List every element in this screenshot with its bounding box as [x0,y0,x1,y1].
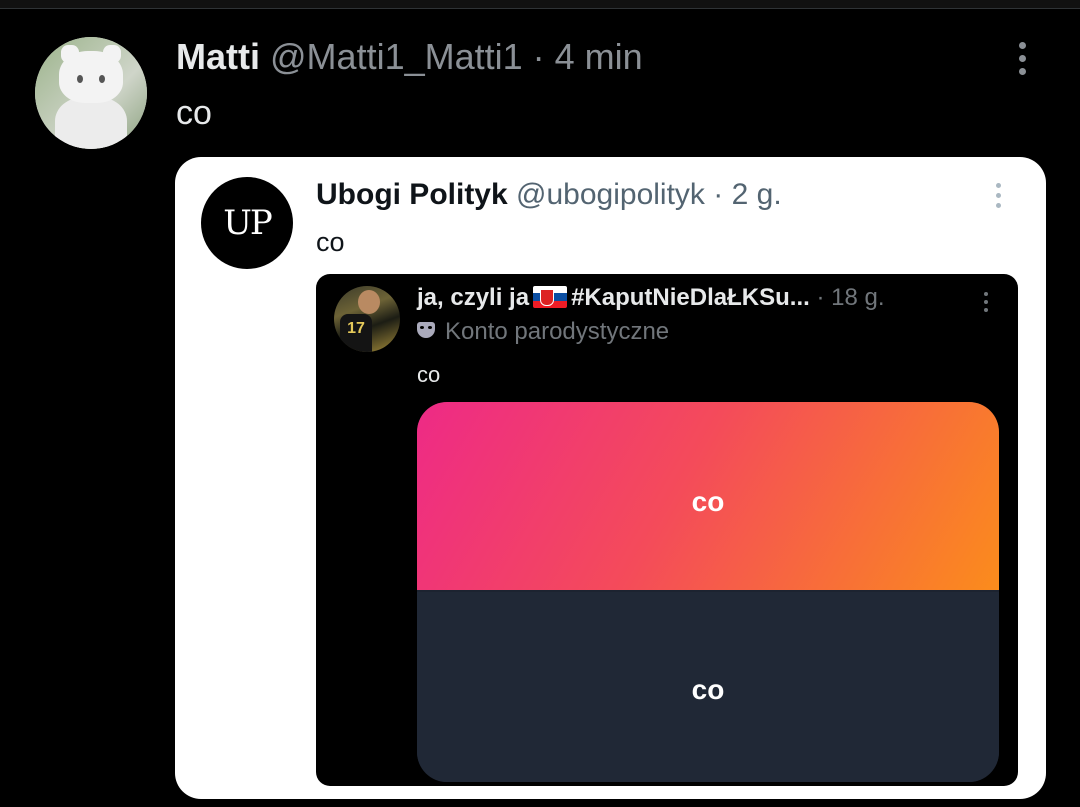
quoted-tweet-card[interactable]: UP Ubogi Polityk @ubogipolityk · 2 g. co… [175,157,1046,799]
separator-dot: · [704,178,732,211]
tweet-text: co [176,94,212,132]
avatar-face [358,290,380,314]
poll-option-top: co [417,402,999,590]
dot [996,183,1001,188]
dot [1019,68,1026,75]
quoted-display-name[interactable]: Ubogi Polityk [316,178,508,211]
dot [984,308,988,312]
parody-account-label: Konto parodystyczne [417,316,669,348]
handle[interactable]: @Matti1_Matti1 [270,36,523,77]
nested-name-prefix: ja, czyli ja [417,284,530,311]
dot [984,292,988,296]
tweet-header: Matti @Matti1_Matti1 · 4 min [176,34,643,80]
nested-tweet-text: co [417,362,441,387]
avatar-figure-eye [77,75,83,83]
dot [984,300,988,304]
parody-label-text: Konto parodystyczne [445,318,670,345]
dot [996,203,1001,208]
nested-name-hashtag: #KaputNieDlaŁKSu... [571,284,810,311]
more-options-icon[interactable] [1019,42,1027,75]
nested-display-name: ja, czyli ja #KaputNieDlaŁKSu... [417,284,810,311]
poll-option-top-label: co [691,486,725,517]
nested-more-options-icon [984,292,992,312]
poll-image: co co [417,402,999,782]
quoted-tweet-header: Ubogi Polityk @ubogipolityk · 2 g. [316,175,782,215]
poll-option-bottom-label: co [691,674,725,705]
nested-timestamp: 18 g. [831,284,885,311]
poll-option-bottom: co [417,592,999,782]
dot [1019,55,1026,62]
top-divider [0,0,1080,9]
avatar-jersey: 17 [340,314,372,352]
quoted-tweet-text: co [316,227,345,257]
quoted-handle[interactable]: @ubogipolityk [516,178,705,211]
display-name[interactable]: Matti [176,36,260,77]
timestamp[interactable]: 4 min [555,36,643,77]
separator-dot: · [522,36,555,77]
separator-dot: · [816,284,832,311]
mask-icon [417,322,435,338]
avatar-figure-head [59,51,123,103]
dot [1019,42,1026,49]
slovakia-flag-icon [533,286,568,308]
quoted-avatar[interactable]: UP [201,177,293,269]
handle-text: @Matti1_Matti1 [270,36,523,77]
nested-avatar: 17 [334,286,400,352]
quoted-more-options-icon[interactable] [996,183,1004,208]
avatar-figure-eye [99,75,105,83]
dot [996,193,1001,198]
quoted-timestamp[interactable]: 2 g. [732,178,782,211]
nested-tweet-header: ja, czyli ja #KaputNieDlaŁKSu... · 18 g. [417,280,885,316]
nested-tweet-screenshot: 17 ja, czyli ja #KaputNieDlaŁKSu... · 18 … [316,274,1018,786]
avatar-figure-body [55,97,127,149]
avatar[interactable] [35,37,147,149]
